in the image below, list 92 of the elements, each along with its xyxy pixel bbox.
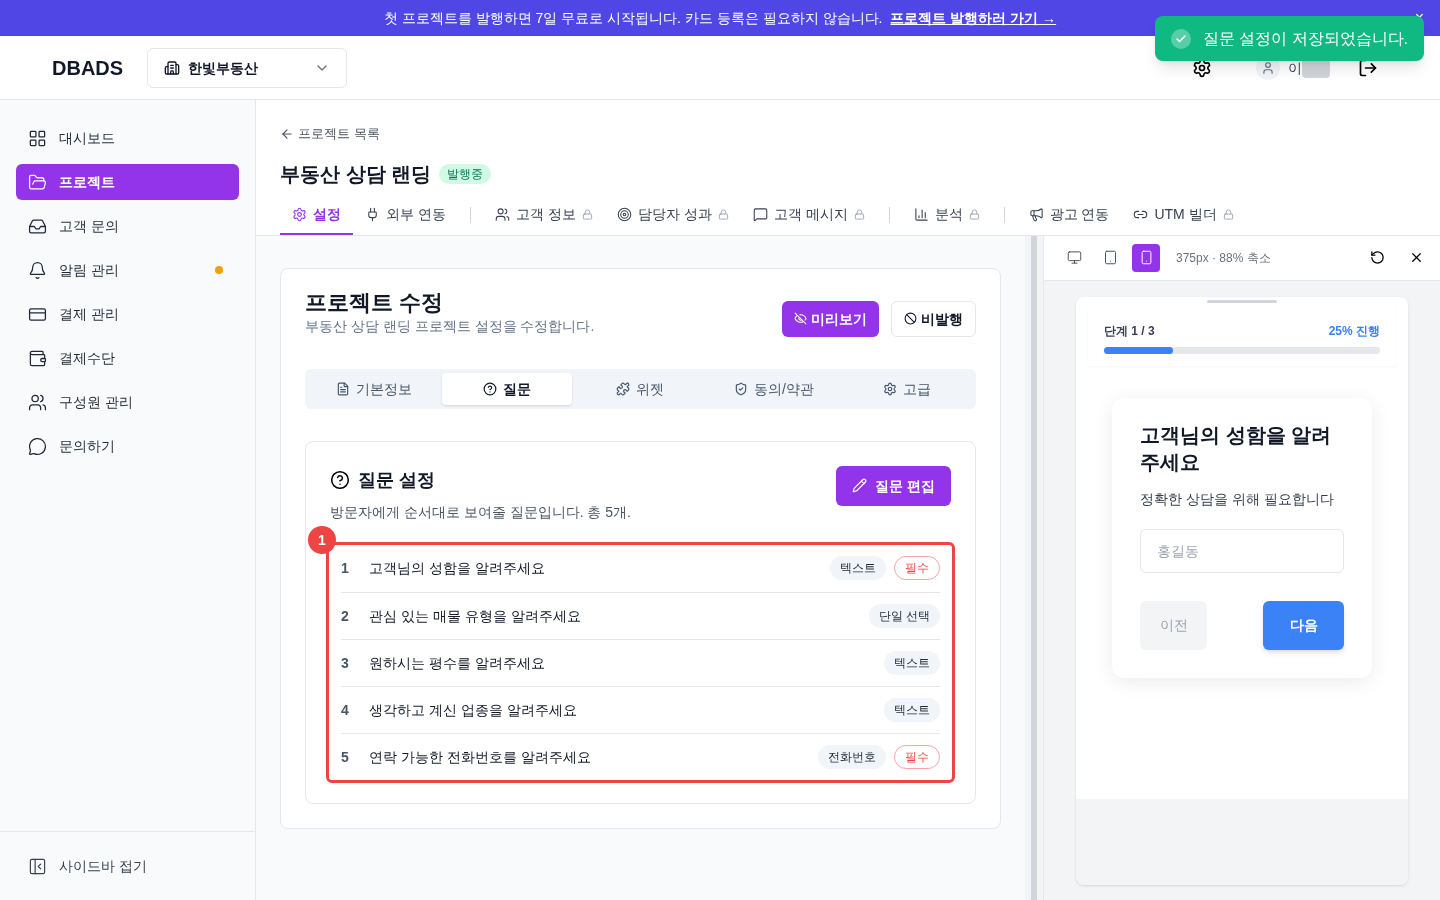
preview-size-label: 375px · 88% 축소 bbox=[1176, 249, 1271, 266]
type-tag: 텍스트 bbox=[884, 650, 940, 675]
question-text: 원하시는 평수를 알려주세요 bbox=[369, 653, 546, 673]
nav-tab[interactable]: 광고 연동 bbox=[1016, 195, 1122, 235]
next-button[interactable]: 다음 bbox=[1263, 600, 1344, 650]
question-number: 1 bbox=[341, 559, 350, 578]
section-tab[interactable]: 위젯 bbox=[575, 372, 706, 405]
target-icon bbox=[616, 206, 632, 222]
grid-icon bbox=[28, 128, 47, 148]
sidebar-item[interactable]: 알림 관리 bbox=[16, 252, 239, 288]
banner-link[interactable]: 프로젝트 발행하러 가기 → bbox=[890, 8, 1057, 28]
annotation-marker: 1 bbox=[308, 525, 336, 554]
sidebar-item[interactable]: 문의하기 bbox=[16, 428, 239, 464]
gear-icon bbox=[883, 381, 898, 396]
device-button[interactable] bbox=[1132, 243, 1160, 272]
question-icon bbox=[330, 469, 350, 490]
nav-tab[interactable]: 고객 정보 bbox=[482, 195, 605, 235]
step-label: 단계 1 / 3 bbox=[1104, 322, 1155, 339]
user-name: 이 bbox=[1288, 58, 1302, 78]
check-icon bbox=[1170, 28, 1191, 49]
question-number: 2 bbox=[341, 606, 350, 626]
nav-tab[interactable]: 외부 연동 bbox=[353, 195, 458, 235]
users-icon bbox=[494, 206, 510, 222]
nav-tab[interactable]: 설정 bbox=[280, 195, 353, 235]
folder-icon bbox=[28, 172, 47, 192]
banner-text: 첫 프로젝트를 발행하면 7일 무료로 시작됩니다. 카드 등록은 필요하지 않습니다. bbox=[383, 9, 883, 28]
question-number: 5 bbox=[341, 747, 350, 767]
chat-icon bbox=[752, 206, 768, 222]
megaphone-icon bbox=[1028, 206, 1044, 222]
sidebar-item[interactable]: 프로젝트 bbox=[16, 164, 239, 200]
plug-icon bbox=[365, 206, 380, 222]
sidebar-item[interactable]: 결제수단 bbox=[16, 340, 239, 376]
mobile-icon bbox=[1138, 250, 1154, 265]
section-title: 질문 설정 bbox=[358, 468, 435, 492]
back-link[interactable]: 프로젝트 목록 bbox=[280, 124, 380, 144]
question-text: 고객님의 성함을 알려주세요 bbox=[369, 559, 546, 578]
type-tag: 단일 선택 bbox=[868, 603, 940, 628]
sidebar-item[interactable]: 고객 문의 bbox=[16, 208, 239, 244]
preview-hint: 정확한 상담을 위해 필요합니다 bbox=[1140, 489, 1335, 509]
card-title: 프로젝트 수정 bbox=[305, 288, 445, 316]
logo: DBADS bbox=[52, 55, 124, 81]
tablet-icon bbox=[1102, 250, 1118, 265]
nav-tab[interactable]: 고객 메시지 bbox=[740, 195, 877, 235]
progress-text: 25% 진행 bbox=[1328, 322, 1380, 339]
wallet-icon bbox=[28, 348, 47, 368]
sidebar-item[interactable]: 대시보드 bbox=[16, 120, 239, 156]
project-title: 부동산 상담 랜딩 bbox=[280, 161, 432, 187]
section-tab[interactable]: 고급 bbox=[842, 372, 972, 405]
nav-tab[interactable]: 담당자 성과 bbox=[604, 195, 741, 235]
desktop-icon bbox=[1066, 250, 1082, 265]
close-icon[interactable] bbox=[1409, 250, 1424, 265]
type-tag: 전화번호 bbox=[818, 744, 886, 769]
pencil-icon bbox=[852, 478, 868, 493]
question-text: 생각하고 계신 업종을 알려주세요 bbox=[369, 700, 578, 720]
section-tab[interactable]: 기본정보 bbox=[309, 372, 439, 405]
nav-tab[interactable]: UTM 빌더 bbox=[1121, 195, 1246, 235]
section-tab[interactable]: 질문 bbox=[442, 372, 572, 405]
type-tag: 텍스트 bbox=[830, 556, 886, 580]
chat-bubble-icon bbox=[28, 436, 47, 456]
panel-icon bbox=[28, 856, 47, 876]
building-icon bbox=[164, 59, 181, 76]
eye-off-icon bbox=[794, 312, 807, 325]
question-number: 3 bbox=[341, 653, 350, 673]
question-text: 연락 가능한 전화번호를 알려주세요 bbox=[369, 747, 592, 767]
type-tag: 텍스트 bbox=[884, 697, 940, 722]
unpublish-button[interactable]: 비발행 bbox=[891, 300, 976, 337]
question-icon bbox=[483, 381, 498, 396]
document-icon bbox=[335, 381, 350, 396]
ban-icon bbox=[904, 312, 917, 325]
section-description: 방문자에게 순서대로 보여줄 질문입니다. 총 5개. bbox=[330, 502, 631, 522]
name-input-field[interactable]: 홍길동 bbox=[1140, 528, 1344, 573]
section-tab[interactable]: 동의/약관 bbox=[709, 372, 839, 405]
users-icon bbox=[28, 392, 47, 412]
sidebar-item[interactable]: 결제 관리 bbox=[16, 296, 239, 332]
workspace-select[interactable]: 한빛부동산 bbox=[147, 47, 348, 88]
preview-question: 고객님의 성함을 알려주세요 bbox=[1140, 422, 1333, 475]
toast-message: 질문 설정이 저장되었습니다. bbox=[1202, 28, 1408, 49]
card-subtitle: 부동산 상담 랜딩 프로젝트 설정을 수정합니다. bbox=[305, 317, 595, 336]
collapse-sidebar-button[interactable]: 사이드바 접기 bbox=[28, 856, 147, 876]
bell-icon bbox=[28, 260, 47, 280]
bar-chart-icon bbox=[913, 206, 929, 222]
puzzle-icon bbox=[616, 381, 631, 396]
shield-icon bbox=[733, 381, 748, 396]
nav-tab[interactable]: 분석 bbox=[901, 195, 992, 235]
sidebar-item[interactable]: 구성원 관리 bbox=[16, 384, 239, 420]
reset-icon[interactable] bbox=[1370, 250, 1385, 265]
gear-icon bbox=[292, 206, 307, 222]
edit-questions-button[interactable]: 질문 편집 bbox=[836, 465, 951, 506]
status-badge: 발행중 bbox=[439, 163, 492, 184]
question-number: 4 bbox=[341, 700, 350, 720]
question-text: 관심 있는 매물 유형을 알려주세요 bbox=[369, 606, 582, 626]
preview-button[interactable]: 미리보기 bbox=[782, 300, 879, 337]
